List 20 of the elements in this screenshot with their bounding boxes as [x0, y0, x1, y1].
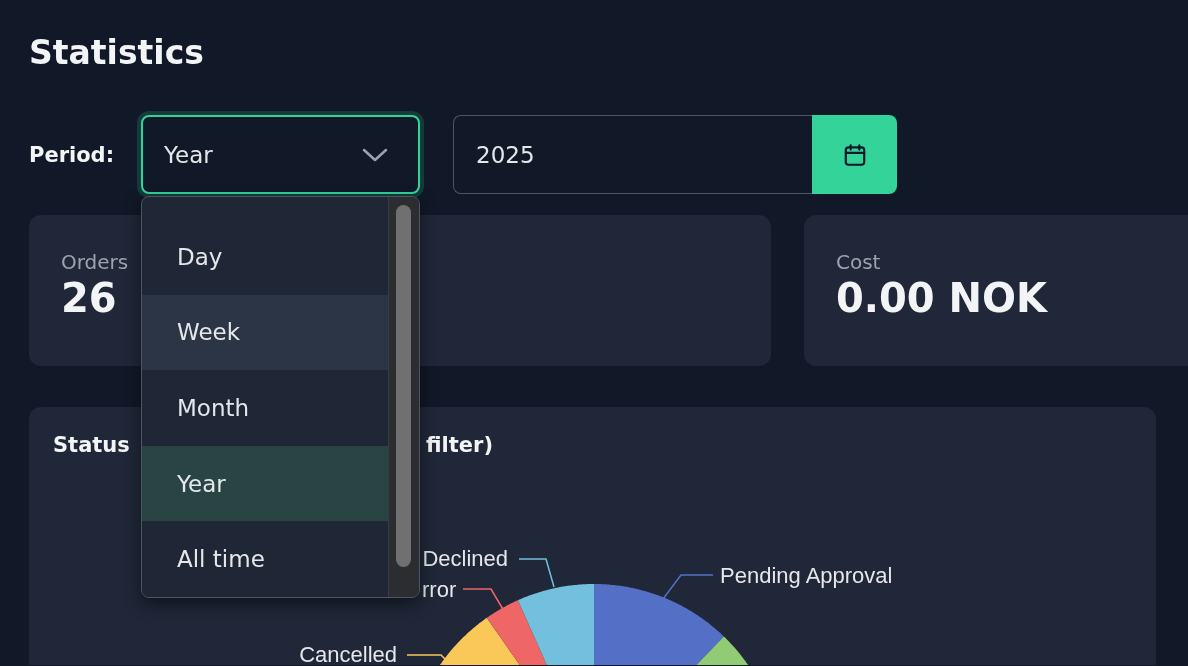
stat-label: Orders: [61, 249, 129, 275]
period-label: Period:: [29, 142, 116, 167]
scrollbar-thumb[interactable]: [396, 205, 411, 567]
slice-label: Cancelled: [299, 642, 397, 665]
period-select[interactable]: Year: [141, 115, 420, 194]
chart-title: Status: [53, 433, 131, 459]
dropdown-option[interactable]: Week: [142, 294, 388, 371]
stat-value: 0.00 NOK: [836, 275, 1048, 321]
slice-label: rror: [422, 577, 457, 602]
dropdown-option[interactable]: Year: [142, 445, 388, 522]
slice-label: Pending Approval: [720, 563, 893, 588]
calendar-button[interactable]: [812, 115, 897, 194]
stat-label: Cost: [836, 249, 881, 275]
stat-value: 26: [61, 275, 117, 321]
page-title: Statistics: [29, 32, 205, 74]
year-field[interactable]: 2025: [453, 115, 812, 194]
chart-title: filter): [426, 433, 494, 459]
slice-label: Declined: [422, 546, 508, 571]
dropdown-option[interactable]: All time: [142, 521, 388, 597]
chevron-down-icon: [362, 147, 388, 162]
